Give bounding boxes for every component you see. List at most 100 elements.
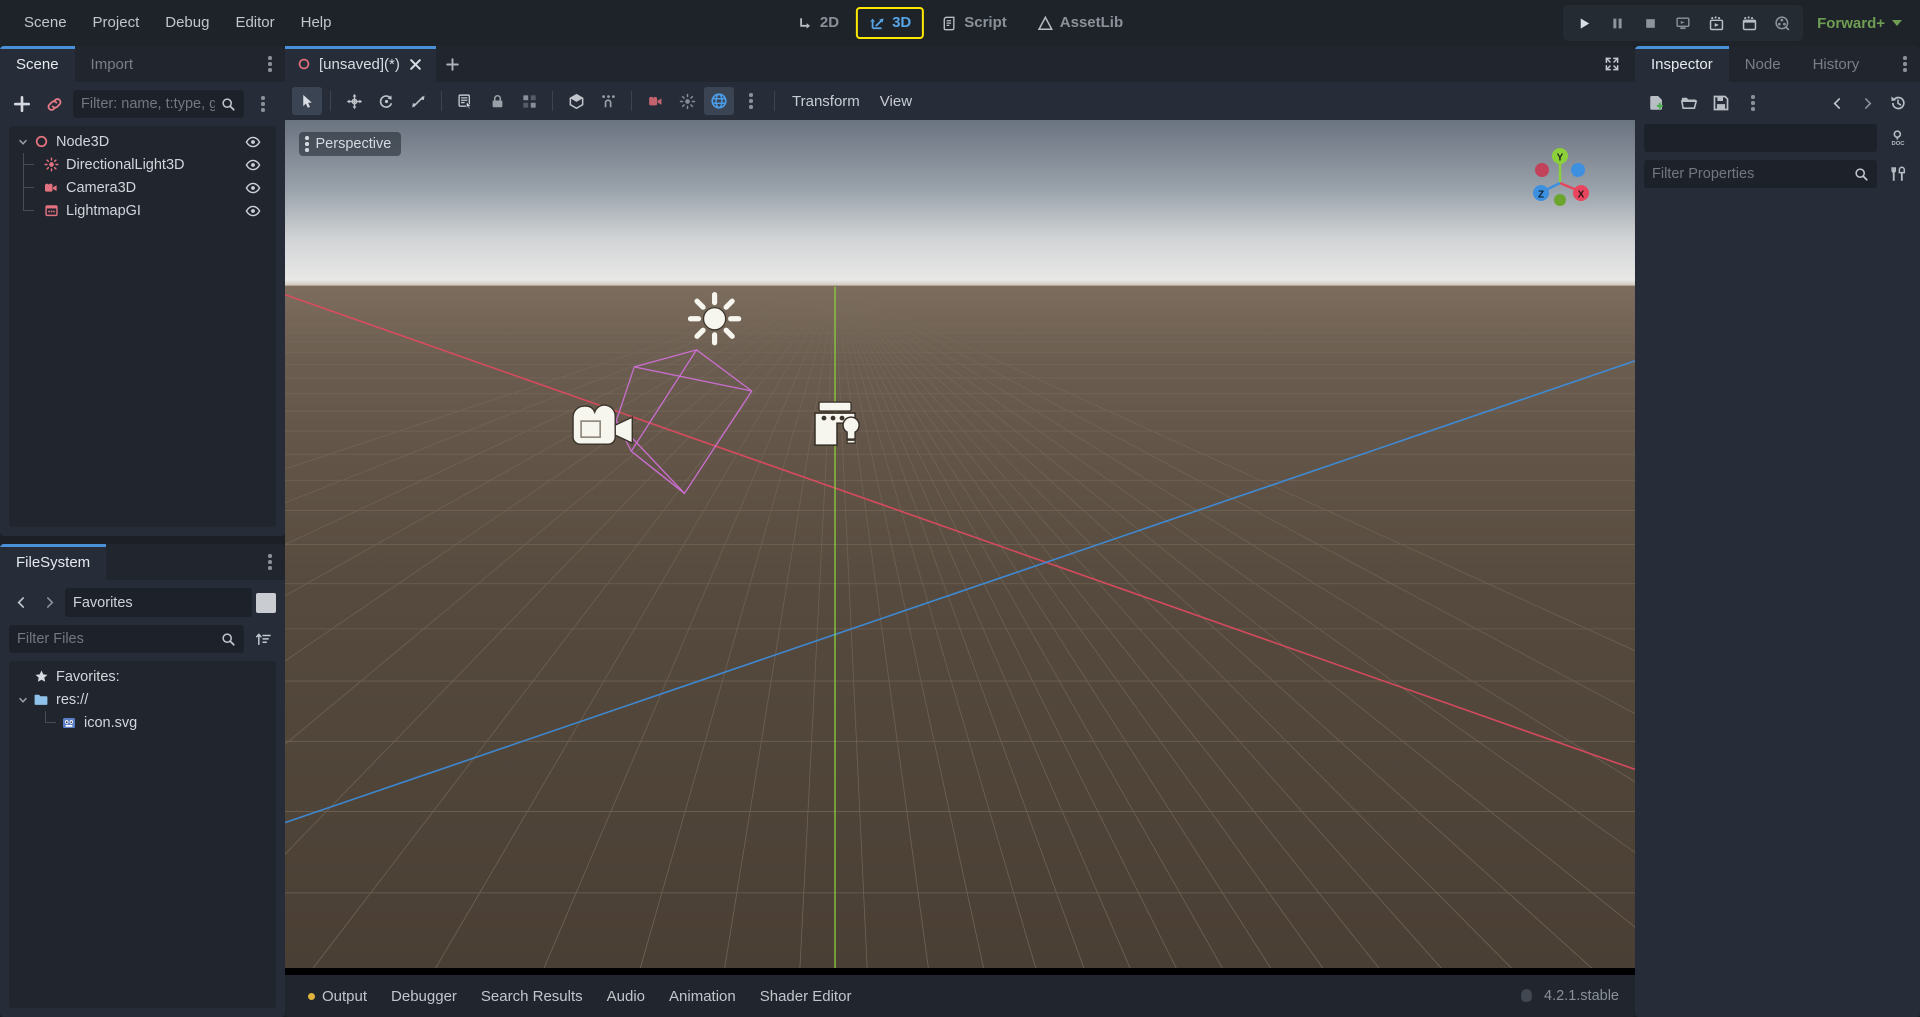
visibility-eye-icon[interactable]: [244, 179, 262, 197]
environment-preview-button[interactable]: [704, 87, 734, 115]
tab-history[interactable]: History: [1797, 46, 1876, 82]
lock-button[interactable]: [482, 87, 512, 115]
scene-filter-input[interactable]: [73, 90, 244, 118]
scene-dock-menu-button[interactable]: [255, 46, 285, 82]
play-button[interactable]: [1568, 8, 1600, 38]
chevron-down-icon[interactable]: [15, 695, 31, 705]
inspector-filter-input[interactable]: [1644, 160, 1877, 188]
inspector-back-button[interactable]: [1825, 90, 1849, 116]
add-node-button[interactable]: [9, 91, 35, 117]
menu-project[interactable]: Project: [81, 9, 152, 37]
tab-assetlib[interactable]: AssetLib: [1024, 7, 1136, 39]
tab-import[interactable]: Import: [75, 46, 150, 82]
add-scene-tab-button[interactable]: [436, 46, 470, 82]
menu-debug[interactable]: Debug: [153, 9, 221, 37]
transform-menu[interactable]: Transform: [783, 89, 869, 114]
scale-mode-button[interactable]: [403, 87, 433, 115]
fs-item-favorites[interactable]: Favorites:: [9, 665, 276, 688]
toolbar-separator: [631, 91, 632, 111]
pause-button[interactable]: [1601, 8, 1633, 38]
select-mode-button[interactable]: [292, 87, 322, 115]
save-resource-button[interactable]: [1708, 90, 1734, 116]
instance-scene-button[interactable]: [41, 91, 67, 117]
fs-filter-text[interactable]: [17, 631, 215, 647]
fs-back-button[interactable]: [9, 590, 33, 616]
bottom-tab-animation[interactable]: Animation: [658, 983, 747, 1010]
fs-sort-button[interactable]: [250, 626, 276, 652]
menu-help[interactable]: Help: [289, 9, 344, 37]
3d-viewport[interactable]: Perspective Y: [285, 120, 1635, 975]
scene-tree-item-camera3d[interactable]: Camera3D: [9, 176, 276, 199]
scene-filter-text[interactable]: [81, 96, 215, 112]
tab-script[interactable]: Script: [928, 7, 1020, 39]
play-scene-button[interactable]: [1700, 8, 1732, 38]
fs-item-res-root[interactable]: res://: [9, 688, 276, 711]
snap-button[interactable]: [593, 87, 623, 115]
view-axis-gizmo[interactable]: Y X Z: [1521, 138, 1599, 216]
tab-node[interactable]: Node: [1729, 46, 1797, 82]
fs-path-field[interactable]: [65, 588, 252, 617]
bottom-tab-search-results[interactable]: Search Results: [470, 983, 594, 1010]
preview-options-button[interactable]: [736, 87, 766, 115]
load-resource-button[interactable]: [1676, 90, 1702, 116]
visibility-eye-icon[interactable]: [244, 202, 262, 220]
tab-inspector[interactable]: Inspector: [1635, 46, 1729, 82]
sun-preview-button[interactable]: [672, 87, 702, 115]
menu-editor[interactable]: Editor: [223, 9, 286, 37]
scene-tree-item-lightmapgi[interactable]: LightmapGI: [9, 199, 276, 222]
inspector-filter-text[interactable]: [1652, 166, 1848, 182]
object-tools-button[interactable]: [1885, 161, 1911, 187]
bottom-tab-debugger[interactable]: Debugger: [380, 983, 468, 1010]
fs-forward-button[interactable]: [37, 590, 61, 616]
directional-light-icon: [41, 155, 61, 175]
expand-viewport-button[interactable]: [1599, 51, 1625, 77]
local-space-button[interactable]: [561, 87, 591, 115]
view-menu[interactable]: View: [871, 89, 921, 114]
movie-maker-button[interactable]: [1766, 8, 1798, 38]
bottom-tab-shader-editor[interactable]: Shader Editor: [749, 983, 863, 1010]
inspector-history-button[interactable]: [1885, 90, 1911, 116]
scene-tree-options-button[interactable]: [250, 91, 276, 117]
renderer-selector[interactable]: Forward+: [1805, 10, 1908, 37]
filesystem-nav-bar: [0, 580, 285, 625]
output-status-dot-icon: [308, 993, 315, 1000]
group-button[interactable]: [514, 87, 544, 115]
list-select-button[interactable]: [450, 87, 480, 115]
fs-filter-input[interactable]: [9, 625, 244, 653]
chevron-down-icon[interactable]: [15, 137, 31, 147]
tab-2d[interactable]: 2D: [784, 7, 852, 39]
move-mode-button[interactable]: [339, 87, 369, 115]
camera-preview-button[interactable]: [640, 87, 670, 115]
editor-version-label: 4.2.1.stable: [1544, 988, 1619, 1004]
visibility-eye-icon[interactable]: [244, 133, 262, 151]
inspector-resource-path-field[interactable]: [1644, 124, 1877, 152]
tab-filesystem[interactable]: FileSystem: [0, 544, 106, 580]
play-custom-scene-button[interactable]: [1733, 8, 1765, 38]
close-icon[interactable]: [408, 56, 424, 72]
menu-scene[interactable]: Scene: [12, 9, 79, 37]
bottom-tab-output[interactable]: Output: [297, 983, 378, 1010]
inspector-forward-button[interactable]: [1855, 90, 1879, 116]
remote-debug-button[interactable]: [1667, 8, 1699, 38]
tab-scene[interactable]: Scene: [0, 46, 75, 82]
fs-item-icon-svg[interactable]: icon.svg: [9, 711, 276, 734]
stop-button[interactable]: [1634, 8, 1666, 38]
visibility-eye-icon[interactable]: [244, 156, 262, 174]
dock-splitter[interactable]: [0, 536, 285, 544]
perspective-label-chip[interactable]: Perspective: [299, 132, 401, 156]
bottom-tab-label: Output: [322, 988, 367, 1005]
filesystem-dock-menu-button[interactable]: [255, 544, 285, 580]
inspector-tools-button[interactable]: [1740, 90, 1766, 116]
gizmo-axis-neg-y: [1554, 194, 1566, 206]
rotate-mode-button[interactable]: [371, 87, 401, 115]
open-doc-button[interactable]: DOC: [1885, 125, 1911, 151]
fs-split-mode-button[interactable]: [256, 593, 276, 613]
tab-3d[interactable]: 3D: [856, 7, 924, 39]
fs-path-input[interactable]: [73, 595, 244, 611]
scene-tree-item-directionallight3d[interactable]: DirectionalLight3D: [9, 153, 276, 176]
bottom-tab-audio[interactable]: Audio: [596, 983, 656, 1010]
new-resource-button[interactable]: [1644, 90, 1670, 116]
scene-tree-item-node3d[interactable]: Node3D: [9, 130, 276, 153]
scene-tab-unsaved[interactable]: [unsaved](*): [285, 46, 436, 82]
inspector-dock-menu-button[interactable]: [1890, 46, 1920, 82]
